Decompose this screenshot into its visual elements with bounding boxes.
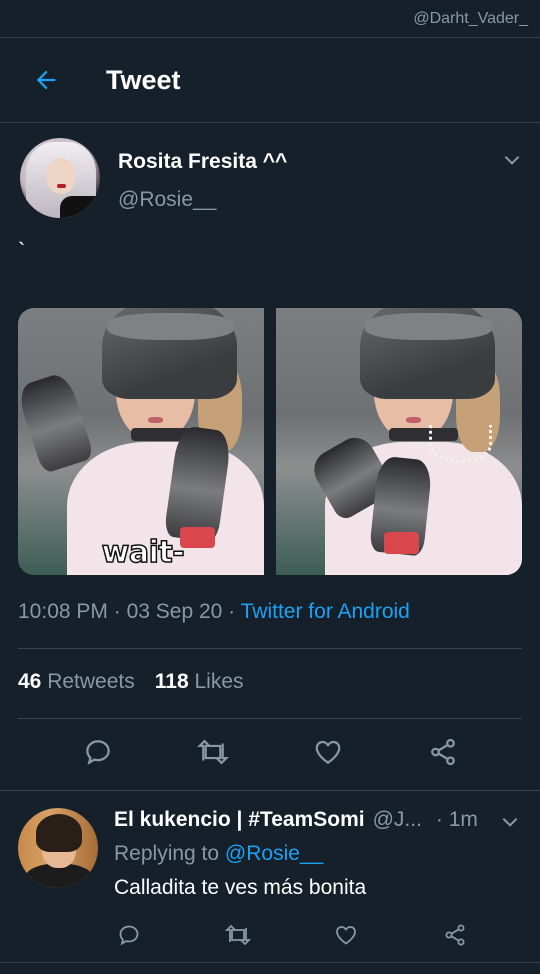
- tweet-photo-1[interactable]: wait-: [18, 308, 264, 575]
- like-button[interactable]: [310, 734, 346, 770]
- header-divider: [0, 122, 540, 123]
- likes-count: 118: [154, 670, 189, 693]
- header: Tweet: [0, 38, 540, 122]
- reply-time: · 1m: [435, 808, 478, 831]
- tweet-stats: 46 Retweets 118 Likes: [18, 670, 244, 694]
- chevron-down-icon[interactable]: [500, 812, 520, 832]
- divider: [0, 790, 540, 791]
- tweet-source[interactable]: Twitter for Android: [241, 600, 410, 623]
- tweet-date: 03 Sep 20: [126, 600, 223, 623]
- reply-button[interactable]: [80, 734, 116, 770]
- divider: [18, 718, 522, 719]
- reply-share-button[interactable]: [440, 920, 470, 950]
- page-title: Tweet: [106, 64, 181, 95]
- reply-header: El kukencio | #TeamSomi @J... · 1m: [114, 808, 520, 832]
- meta-separator: ·: [228, 600, 241, 623]
- retweet-icon: [196, 739, 229, 765]
- comment-icon: [119, 925, 139, 946]
- share-icon: [430, 738, 455, 766]
- reply-avatar[interactable]: [18, 808, 98, 888]
- comment-icon: [85, 740, 110, 765]
- tweet-text: `: [18, 238, 26, 263]
- tweet-author: Rosita Fresita ^^ @Rosie__: [20, 138, 520, 222]
- reply-tweet[interactable]: El kukencio | #TeamSomi @J... · 1m Reply…: [0, 800, 540, 970]
- back-button[interactable]: [24, 58, 68, 102]
- reply-retweet-button[interactable]: [223, 920, 253, 950]
- retweet-button[interactable]: [195, 734, 231, 770]
- replying-mention[interactable]: @Rosie__: [225, 842, 323, 865]
- arrow-left-icon: [36, 70, 56, 90]
- tweet-photo-2[interactable]: [276, 308, 522, 575]
- retweets-stat[interactable]: 46 Retweets: [18, 670, 135, 694]
- reply-reply-button[interactable]: [114, 920, 144, 950]
- tweet-time: 10:08 PM: [18, 600, 108, 623]
- author-handle[interactable]: @Rosie__: [118, 188, 216, 212]
- watermark: @Darht_Vader_: [413, 10, 528, 27]
- replying-to: Replying to @Rosie__: [114, 842, 323, 866]
- reply-actions: [114, 920, 470, 950]
- reply-like-button[interactable]: [331, 920, 361, 950]
- reply-author-name[interactable]: El kukencio | #TeamSomi: [114, 808, 365, 832]
- image-caption: wait-: [101, 534, 186, 571]
- share-icon: [445, 924, 465, 946]
- replying-prefix: Replying to: [114, 842, 220, 865]
- meta-separator: ·: [113, 600, 127, 623]
- tweet-media[interactable]: wait-: [18, 308, 522, 575]
- author-avatar[interactable]: [20, 138, 100, 218]
- author-name[interactable]: Rosita Fresita ^^: [118, 150, 287, 174]
- likes-label: Likes: [194, 670, 244, 693]
- heart-icon: [336, 926, 357, 945]
- reply-author-handle[interactable]: @J...: [373, 808, 422, 832]
- likes-stat[interactable]: 118 Likes: [155, 670, 244, 694]
- tweet-actions: [0, 734, 540, 774]
- reply-text: Calladita te ves más bonita: [114, 876, 367, 899]
- divider: [0, 962, 540, 963]
- chevron-down-icon[interactable]: [502, 150, 522, 170]
- retweet-icon: [224, 924, 251, 946]
- share-button[interactable]: [425, 734, 461, 770]
- tweet-meta: 10:08 PM · 03 Sep 20 · Twitter for Andro…: [18, 600, 410, 624]
- retweets-count: 46: [18, 670, 42, 693]
- divider: [18, 648, 522, 649]
- heart-icon: [315, 740, 340, 764]
- retweets-label: Retweets: [47, 670, 135, 693]
